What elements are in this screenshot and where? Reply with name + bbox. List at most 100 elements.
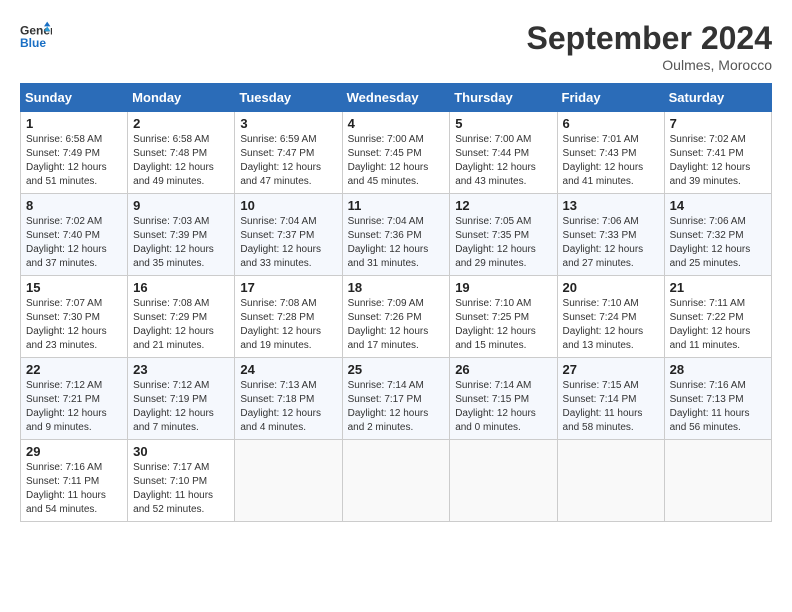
day-info: Sunrise: 7:12 AM Sunset: 7:19 PM Dayligh…: [133, 379, 229, 435]
svg-text:Blue: Blue: [20, 36, 46, 50]
day-number: 25: [348, 362, 445, 377]
calendar-cell: 21 Sunrise: 7:11 AM Sunset: 7:22 PM Dayli…: [664, 276, 771, 358]
day-info: Sunrise: 6:58 AM Sunset: 7:49 PM Dayligh…: [26, 133, 122, 189]
calendar-cell: 8 Sunrise: 7:02 AM Sunset: 7:40 PM Daylig…: [21, 194, 128, 276]
calendar-cell: 15Sunrise: 7:07 AM Sunset: 7:30 PM Dayli…: [21, 276, 128, 358]
calendar-week-row: 8 Sunrise: 7:02 AM Sunset: 7:40 PM Daylig…: [21, 194, 772, 276]
col-tuesday: Tuesday: [235, 84, 342, 112]
calendar-cell: [450, 440, 557, 522]
calendar-week-row: 1 Sunrise: 6:58 AM Sunset: 7:49 PM Daylig…: [21, 112, 772, 194]
calendar-cell: 3Sunrise: 6:59 AM Sunset: 7:47 PM Daylig…: [235, 112, 342, 194]
calendar-cell: 17 Sunrise: 7:08 AM Sunset: 7:28 PM Dayli…: [235, 276, 342, 358]
day-info: Sunrise: 7:04 AM Sunset: 7:36 PM Dayligh…: [348, 215, 445, 271]
calendar-cell: 24 Sunrise: 7:13 AM Sunset: 7:18 PM Dayli…: [235, 358, 342, 440]
day-info: Sunrise: 7:02 AM Sunset: 7:40 PM Dayligh…: [26, 215, 122, 271]
calendar-cell: 12 Sunrise: 7:05 AM Sunset: 7:35 PM Dayli…: [450, 194, 557, 276]
day-info: Sunrise: 7:01 AM Sunset: 7:43 PM Dayligh…: [563, 133, 659, 189]
day-info: Sunrise: 7:17 AM Sunset: 7:10 PM Dayligh…: [133, 461, 229, 517]
calendar-week-row: 15Sunrise: 7:07 AM Sunset: 7:30 PM Dayli…: [21, 276, 772, 358]
calendar-cell: 16Sunrise: 7:08 AM Sunset: 7:29 PM Dayli…: [128, 276, 235, 358]
day-number: 3: [240, 116, 336, 131]
calendar-cell: [664, 440, 771, 522]
day-number: 5: [455, 116, 551, 131]
calendar-cell: 23 Sunrise: 7:12 AM Sunset: 7:19 PM Dayli…: [128, 358, 235, 440]
day-number: 26: [455, 362, 551, 377]
calendar-cell: 14 Sunrise: 7:06 AM Sunset: 7:32 PM Dayli…: [664, 194, 771, 276]
day-number: 7: [670, 116, 766, 131]
calendar-cell: 9 Sunrise: 7:03 AM Sunset: 7:39 PM Daylig…: [128, 194, 235, 276]
calendar-cell: 7 Sunrise: 7:02 AM Sunset: 7:41 PM Daylig…: [664, 112, 771, 194]
col-sunday: Sunday: [21, 84, 128, 112]
day-info: Sunrise: 7:08 AM Sunset: 7:28 PM Dayligh…: [240, 297, 336, 353]
day-info: Sunrise: 6:58 AM Sunset: 7:48 PM Dayligh…: [133, 133, 229, 189]
day-number: 17: [240, 280, 336, 295]
day-info: Sunrise: 7:06 AM Sunset: 7:32 PM Dayligh…: [670, 215, 766, 271]
col-saturday: Saturday: [664, 84, 771, 112]
col-wednesday: Wednesday: [342, 84, 450, 112]
calendar-cell: 6 Sunrise: 7:01 AM Sunset: 7:43 PM Daylig…: [557, 112, 664, 194]
day-info: Sunrise: 7:05 AM Sunset: 7:35 PM Dayligh…: [455, 215, 551, 271]
calendar-cell: 25 Sunrise: 7:14 AM Sunset: 7:17 PM Dayli…: [342, 358, 450, 440]
day-number: 16: [133, 280, 229, 295]
calendar-cell: 10Sunrise: 7:04 AM Sunset: 7:37 PM Dayli…: [235, 194, 342, 276]
day-number: 13: [563, 198, 659, 213]
calendar-week-row: 29 Sunrise: 7:16 AM Sunset: 7:11 PM Dayli…: [21, 440, 772, 522]
day-number: 20: [563, 280, 659, 295]
title-area: September 2024 Oulmes, Morocco: [527, 20, 772, 73]
day-number: 6: [563, 116, 659, 131]
calendar-cell: 11 Sunrise: 7:04 AM Sunset: 7:36 PM Dayli…: [342, 194, 450, 276]
day-number: 24: [240, 362, 336, 377]
calendar-cell: 27 Sunrise: 7:15 AM Sunset: 7:14 PM Dayli…: [557, 358, 664, 440]
calendar-cell: 22Sunrise: 7:12 AM Sunset: 7:21 PM Dayli…: [21, 358, 128, 440]
calendar-cell: 28 Sunrise: 7:16 AM Sunset: 7:13 PM Dayli…: [664, 358, 771, 440]
calendar-cell: 4Sunrise: 7:00 AM Sunset: 7:45 PM Daylig…: [342, 112, 450, 194]
calendar-cell: [235, 440, 342, 522]
day-number: 9: [133, 198, 229, 213]
day-info: Sunrise: 7:00 AM Sunset: 7:44 PM Dayligh…: [455, 133, 551, 189]
day-number: 23: [133, 362, 229, 377]
logo: General Blue: [20, 20, 52, 52]
calendar-header-row: Sunday Monday Tuesday Wednesday Thursday…: [21, 84, 772, 112]
day-number: 1: [26, 116, 122, 131]
day-info: Sunrise: 7:03 AM Sunset: 7:39 PM Dayligh…: [133, 215, 229, 271]
day-number: 29: [26, 444, 122, 459]
location: Oulmes, Morocco: [527, 57, 772, 73]
day-info: Sunrise: 7:14 AM Sunset: 7:17 PM Dayligh…: [348, 379, 445, 435]
calendar-cell: [342, 440, 450, 522]
col-thursday: Thursday: [450, 84, 557, 112]
calendar-cell: 19Sunrise: 7:10 AM Sunset: 7:25 PM Dayli…: [450, 276, 557, 358]
day-number: 8: [26, 198, 122, 213]
day-info: Sunrise: 7:04 AM Sunset: 7:37 PM Dayligh…: [240, 215, 336, 271]
day-info: Sunrise: 7:15 AM Sunset: 7:14 PM Dayligh…: [563, 379, 659, 435]
logo-icon: General Blue: [20, 20, 52, 52]
day-number: 18: [348, 280, 445, 295]
day-info: Sunrise: 7:16 AM Sunset: 7:11 PM Dayligh…: [26, 461, 122, 517]
calendar-cell: 29 Sunrise: 7:16 AM Sunset: 7:11 PM Dayli…: [21, 440, 128, 522]
calendar-cell: 18Sunrise: 7:09 AM Sunset: 7:26 PM Dayli…: [342, 276, 450, 358]
day-number: 21: [670, 280, 766, 295]
day-number: 11: [348, 198, 445, 213]
day-number: 12: [455, 198, 551, 213]
calendar-cell: 1 Sunrise: 6:58 AM Sunset: 7:49 PM Daylig…: [21, 112, 128, 194]
day-info: Sunrise: 7:16 AM Sunset: 7:13 PM Dayligh…: [670, 379, 766, 435]
calendar-cell: [557, 440, 664, 522]
header: General Blue September 2024 Oulmes, Moro…: [20, 20, 772, 73]
month-title: September 2024: [527, 20, 772, 57]
calendar-cell: 26 Sunrise: 7:14 AM Sunset: 7:15 PM Dayli…: [450, 358, 557, 440]
day-number: 14: [670, 198, 766, 213]
day-number: 28: [670, 362, 766, 377]
calendar-cell: 20Sunrise: 7:10 AM Sunset: 7:24 PM Dayli…: [557, 276, 664, 358]
day-info: Sunrise: 7:07 AM Sunset: 7:30 PM Dayligh…: [26, 297, 122, 353]
calendar-cell: 13Sunrise: 7:06 AM Sunset: 7:33 PM Dayli…: [557, 194, 664, 276]
day-info: Sunrise: 7:00 AM Sunset: 7:45 PM Dayligh…: [348, 133, 445, 189]
calendar-table: Sunday Monday Tuesday Wednesday Thursday…: [20, 83, 772, 522]
day-number: 22: [26, 362, 122, 377]
day-info: Sunrise: 7:11 AM Sunset: 7:22 PM Dayligh…: [670, 297, 766, 353]
day-info: Sunrise: 7:13 AM Sunset: 7:18 PM Dayligh…: [240, 379, 336, 435]
day-number: 27: [563, 362, 659, 377]
day-info: Sunrise: 7:14 AM Sunset: 7:15 PM Dayligh…: [455, 379, 551, 435]
calendar-cell: 30Sunrise: 7:17 AM Sunset: 7:10 PM Dayli…: [128, 440, 235, 522]
day-info: Sunrise: 7:02 AM Sunset: 7:41 PM Dayligh…: [670, 133, 766, 189]
calendar-week-row: 22Sunrise: 7:12 AM Sunset: 7:21 PM Dayli…: [21, 358, 772, 440]
day-number: 2: [133, 116, 229, 131]
